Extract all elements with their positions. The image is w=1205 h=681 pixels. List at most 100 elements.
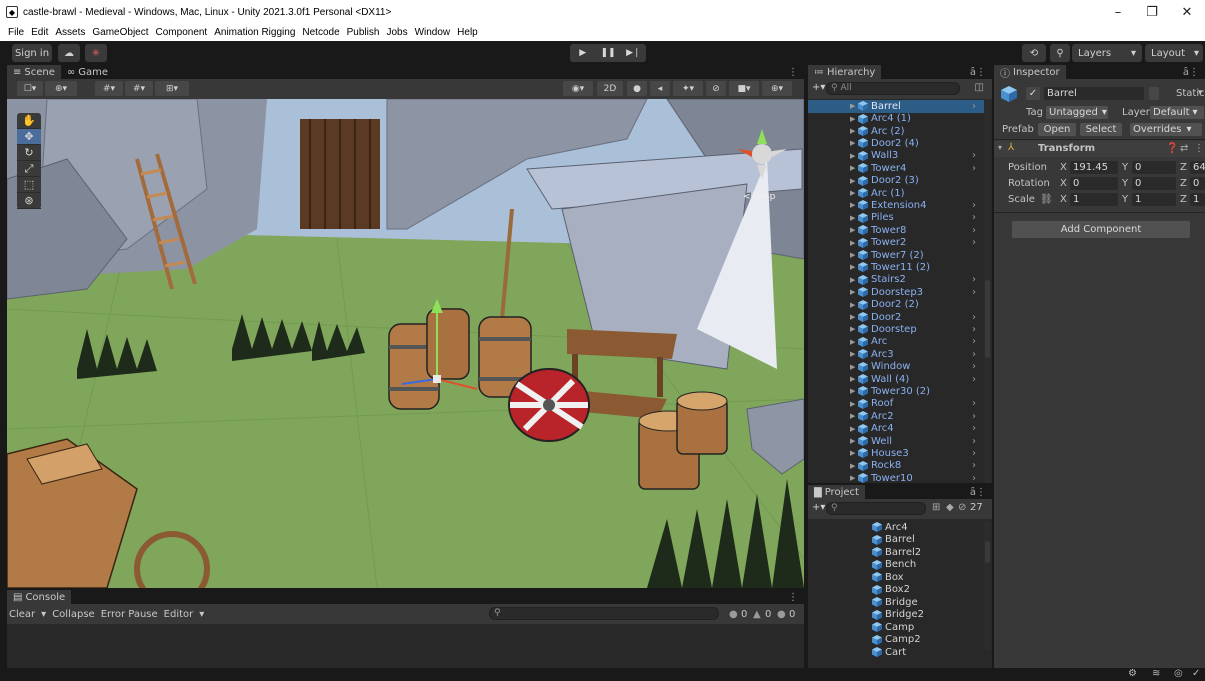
hierarchy-item[interactable]: ▶ Extension4 › [808,199,984,212]
hierarchy-item[interactable]: ▶ Arc (1) [808,187,984,200]
hidden-objects-icon[interactable]: ⊘ [706,81,726,96]
tab-hierarchy[interactable]: ≔ Hierarchy [808,65,882,79]
chevron-right-icon[interactable]: › [972,163,976,174]
chevron-right-icon[interactable]: › [972,287,976,298]
expand-arrow-icon[interactable]: ▶ [850,400,855,408]
check-icon[interactable]: ✓ [1192,668,1200,679]
transform-header[interactable]: ▾ ⅄ Transform ❓ ⇄ ⋮ [994,141,1205,157]
scene-viewport[interactable]: <Persp ✋ ✥ ↻ ⤢ ⬚ ⊛ [7,99,804,588]
hierarchy-item[interactable]: ▶ Tower2 › [808,236,984,249]
chevron-right-icon[interactable]: › [972,436,976,447]
layer-dropdown[interactable]: Default ▾ [1150,106,1204,119]
hierarchy-item[interactable]: ▶ Wall (4) › [808,373,984,386]
hierarchy-item[interactable]: ▶ Arc4 › [808,422,984,435]
more-options-icon[interactable]: ⋮ [1189,67,1199,78]
expand-arrow-icon[interactable]: ▶ [850,375,855,383]
hand-tool-icon[interactable]: ✋ [17,113,41,129]
tag-dropdown[interactable]: Untagged ▾ [1046,106,1108,119]
collapse-button[interactable]: Collapse [52,609,95,620]
pause-button[interactable]: ❚❚ [595,44,620,62]
chevron-right-icon[interactable]: › [972,237,976,248]
prefab-overrides-dropdown[interactable]: Overrides ▾ [1130,123,1202,136]
cache-icon[interactable]: ◎ [1174,668,1183,679]
menu-file[interactable]: File [8,27,24,38]
close-button[interactable]: ✕ [1167,0,1205,24]
grid-snap-button[interactable]: #▾ [95,81,123,96]
menu-window[interactable]: Window [415,27,451,38]
project-item[interactable]: Box [872,571,904,584]
tab-console[interactable]: ▤ Console [7,590,72,604]
chevron-right-icon[interactable]: › [972,274,976,285]
expand-arrow-icon[interactable]: ▶ [850,152,855,160]
project-item[interactable]: Barrel [872,534,915,547]
chevron-right-icon[interactable]: › [972,200,976,211]
hierarchy-item[interactable]: ▶ Roof › [808,398,984,411]
error-pause-button[interactable]: Error Pause [101,609,158,620]
expand-arrow-icon[interactable]: ▶ [850,437,855,445]
rotate-tool-icon[interactable]: ↻ [17,145,41,161]
expand-arrow-icon[interactable]: ▶ [850,201,855,209]
expand-arrow-icon[interactable]: ▶ [850,189,855,197]
expand-arrow-icon[interactable]: ▾ [998,143,1002,152]
project-item[interactable]: Arc4 [872,521,908,534]
hierarchy-item[interactable]: ▶ Door2 (4) [808,137,984,150]
hierarchy-scroll-thumb[interactable] [985,280,990,358]
constrain-proportions-icon[interactable]: ⛓ [1040,194,1053,205]
menu-animation-rigging[interactable]: Animation Rigging [214,27,295,38]
scale-z-field[interactable]: 1 [1190,193,1205,206]
project-item[interactable]: Cart [872,646,906,659]
filter-type-icon[interactable]: ⊞ [932,502,940,513]
rect-tool-icon[interactable]: ⬚ [17,177,41,193]
console-search-input[interactable]: ⚲ [489,607,719,620]
project-item[interactable]: Bench [872,559,916,572]
active-checkbox[interactable]: ✓ [1026,87,1040,100]
hierarchy-item[interactable]: ▶ Tower7 (2) [808,249,984,262]
chevron-right-icon[interactable]: › [972,212,976,223]
object-name-field[interactable]: Barrel [1044,87,1144,100]
hierarchy-item[interactable]: ▶ Door2 (2) [808,298,984,311]
project-search-input[interactable]: ⚲ [826,502,926,515]
more-options-icon[interactable]: ⋮ [788,67,798,78]
hierarchy-item[interactable]: ▶ Arc (2) [808,125,984,138]
chevron-down-icon[interactable]: ▾ [1198,88,1203,98]
camera-icon[interactable]: ■▾ [729,81,759,96]
tab-inspector[interactable]: ⓘ Inspector [994,65,1066,80]
lighting-icon[interactable]: ● [627,81,647,96]
menu-assets[interactable]: Assets [55,27,85,38]
hierarchy-item[interactable]: ▶ House3 › [808,447,984,460]
chevron-right-icon[interactable]: › [972,398,976,409]
hierarchy-item[interactable]: ▶ Tower8 › [808,224,984,237]
more-options-icon[interactable]: ⋮ [976,487,986,498]
gizmos-icon[interactable]: ⊕▾ [762,81,792,96]
expand-arrow-icon[interactable]: ▶ [850,338,855,346]
grid-toggle-button[interactable]: #▾ [125,81,153,96]
expand-arrow-icon[interactable]: ▶ [850,164,855,172]
menu-help[interactable]: Help [457,27,478,38]
rotation-x-field[interactable]: 0 [1070,177,1118,190]
warning-icon[interactable]: ▲ [753,609,761,620]
expand-arrow-icon[interactable]: ▶ [850,127,855,135]
expand-arrow-icon[interactable]: ▶ [850,214,855,222]
hierarchy-item[interactable]: ▶ Wall3 › [808,150,984,163]
project-item[interactable]: Camp [872,621,914,634]
position-x-field[interactable]: 191.45 [1070,161,1118,174]
help-icon[interactable]: ❓ [1166,143,1178,154]
rotation-y-field[interactable]: 0 [1132,177,1176,190]
clear-button[interactable]: Clear [9,609,35,620]
editor-dropdown[interactable]: Editor [164,609,194,620]
tab-scene[interactable]: ≡ Scene [7,65,61,79]
step-button[interactable]: ▶❘ [621,44,646,62]
search-icon[interactable]: ⚲ [1050,44,1070,62]
hidden-packages-icon[interactable]: ⊘ [958,502,966,513]
chevron-right-icon[interactable]: › [972,336,976,347]
more-options-icon[interactable]: ⋮ [976,67,986,78]
chevron-right-icon[interactable]: › [972,460,976,471]
chevron-down-icon[interactable]: ▾ [199,609,204,620]
menu-edit[interactable]: Edit [31,27,48,38]
menu-jobs[interactable]: Jobs [386,27,407,38]
project-item[interactable]: Bridge [872,596,918,609]
project-item[interactable]: Bridge2 [872,609,924,622]
chevron-right-icon[interactable]: › [972,312,976,323]
expand-arrow-icon[interactable]: ▶ [850,350,855,358]
hierarchy-item[interactable]: ▶ Arc4 (1) [808,112,984,125]
